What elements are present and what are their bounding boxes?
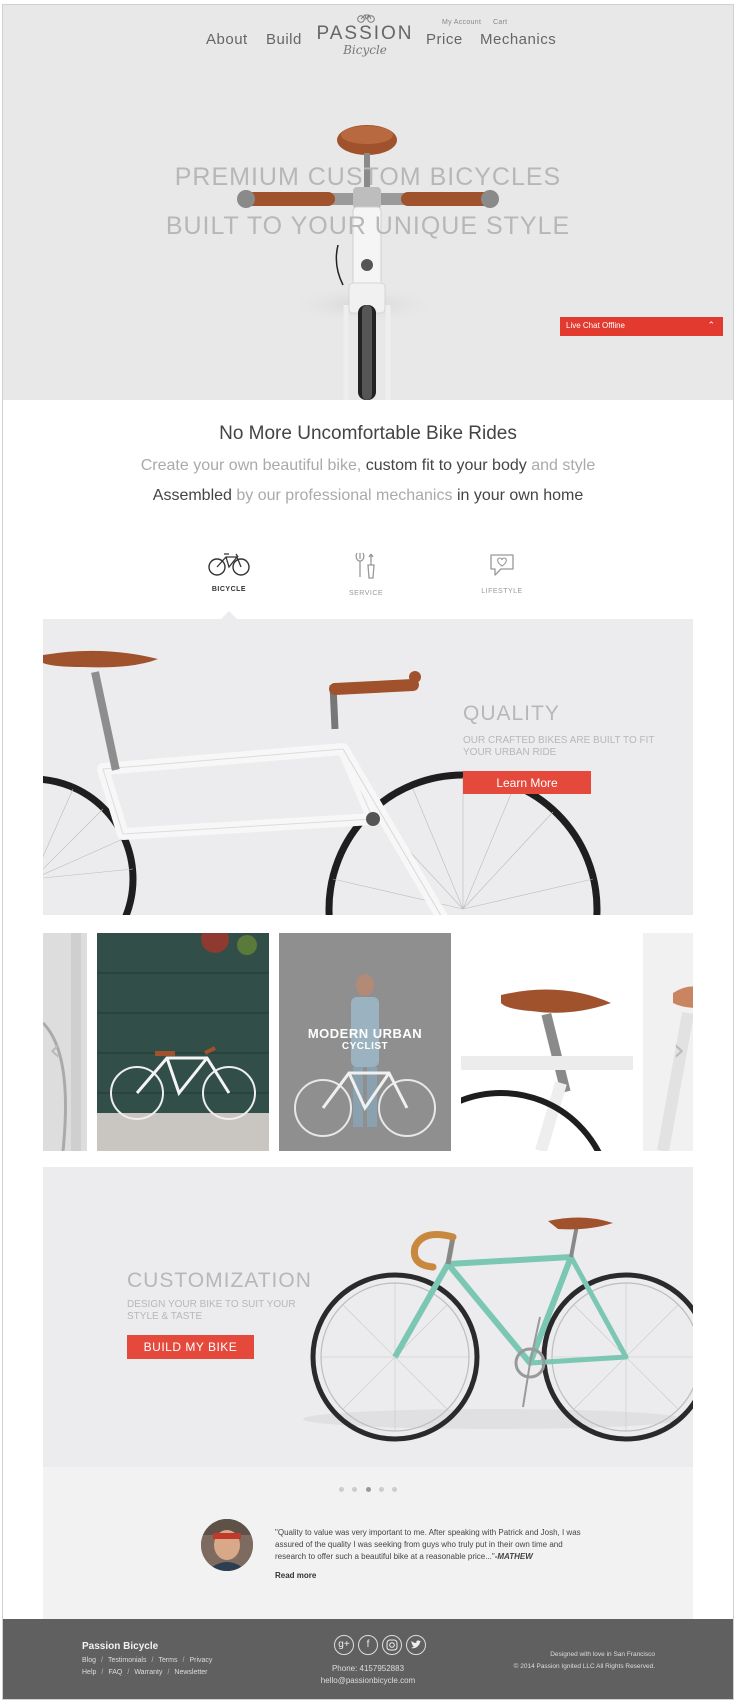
footer-link-warranty[interactable]: Warranty — [134, 1669, 162, 1676]
carousel-photo-garage-bike[interactable] — [97, 933, 269, 1151]
read-more-link[interactable]: Read more — [275, 1571, 316, 1580]
customization-subtitle: DESIGN YOUR BIKE TO SUIT YOUR STYLE & TA… — [127, 1299, 296, 1322]
tools-icon — [355, 552, 375, 579]
tab-bicycle[interactable]: BICYCLE — [189, 551, 269, 593]
logo-script: Bicycle — [343, 43, 387, 57]
footer-phone: Phone: 4157952883 — [331, 1664, 405, 1673]
footer-links-row-2: Help / FAQ / Warranty / Newsletter — [82, 1669, 208, 1676]
live-chat-label: Live Chat Offline — [566, 321, 625, 330]
intro-line-3-part-c: in your own home — [456, 487, 584, 504]
footer-links-row-1: Blog / Testimonials / Terms / Privacy — [82, 1657, 213, 1664]
pagination-dot[interactable] — [392, 1487, 398, 1492]
footer-credit: Designed with love in San Francisco — [550, 1651, 655, 1658]
nav-link-price[interactable]: Price — [426, 31, 463, 48]
live-chat-widget[interactable]: Live Chat Offline ⌃ — [560, 317, 723, 336]
google-plus-icon[interactable]: g+ — [334, 1635, 354, 1655]
main-nav: About Build PASSION Bicycle Price Mechan… — [3, 5, 733, 65]
pagination-dot[interactable] — [352, 1487, 358, 1492]
carousel-caption-line2: CYCLIST — [341, 1041, 389, 1052]
intro-line-2-part-c: and style — [531, 457, 596, 474]
nav-link-build[interactable]: Build — [266, 31, 302, 48]
footer-link-privacy[interactable]: Privacy — [189, 1657, 212, 1664]
instagram-icon[interactable] — [382, 1635, 402, 1655]
quality-title: QUALITY — [463, 702, 560, 725]
tab-service-label: SERVICE — [348, 590, 384, 597]
intro-line-2-part-b: custom fit to your body — [365, 457, 527, 474]
site-footer: Passion Bicycle Blog / Testimonials / Terms /… — [3, 1619, 733, 1699]
pagination-dot[interactable] — [338, 1487, 344, 1492]
carousel-photo-saddle-closeup[interactable] — [461, 933, 633, 1151]
footer-copyright: © 2014 Passion Ignited LLC All Rights Re… — [513, 1663, 655, 1670]
testimonial-quote: "Quality to value was very important to … — [275, 1527, 595, 1563]
cart-link[interactable]: Cart — [493, 19, 507, 26]
logo-wordmark: PASSION — [316, 23, 414, 44]
footer-link-terms[interactable]: Terms — [158, 1657, 177, 1664]
footer-link-newsletter[interactable]: Newsletter — [174, 1669, 207, 1676]
carousel-prev-arrow-icon[interactable]: ‹ — [49, 1033, 61, 1068]
intro-line-3-part-b: by our professional mechanics — [236, 487, 453, 504]
quality-panel: QUALITY OUR CRAFTED BIKES ARE BUILT TO F… — [43, 619, 693, 915]
quality-bicycle-image — [43, 650, 601, 915]
avatar — [201, 1519, 253, 1571]
my-account-link[interactable]: My Account — [442, 19, 481, 26]
pagination-dot-active[interactable] — [365, 1487, 371, 1492]
page-frame: About Build PASSION Bicycle Price Mechan… — [2, 4, 734, 1700]
footer-link-testimonials[interactable]: Testimonials — [108, 1657, 147, 1664]
footer-link-faq[interactable]: FAQ — [108, 1669, 122, 1676]
hero-headline-line1: PREMIUM CUSTOM BICYCLES — [174, 163, 562, 191]
intro-line-2: Create your own beautiful bike, custom f… — [3, 457, 733, 475]
intro-section: No More Uncomfortable Bike Rides Create … — [3, 423, 733, 517]
learn-more-button[interactable]: Learn More — [463, 771, 591, 794]
tab-service[interactable]: SERVICE — [326, 551, 406, 597]
bicycle-icon — [208, 553, 250, 576]
intro-line-3-part-a: Assembled — [152, 487, 232, 504]
build-my-bike-button[interactable]: BUILD MY BIKE — [127, 1335, 254, 1359]
feature-tabs: BICYCLE SERVICE LIFESTYLE — [3, 551, 733, 611]
carousel-caption-line1: MODERN URBAN — [307, 1026, 423, 1041]
nav-link-about[interactable]: About — [206, 31, 248, 48]
carousel-photo-partial-right — [643, 933, 693, 1151]
carousel-photo-modern-urban-cyclist[interactable]: MODERN URBAN CYCLIST — [279, 933, 451, 1151]
hero-headline-line2: BUILT TO YOUR UNIQUE STYLE — [165, 212, 571, 240]
nav-link-mechanics[interactable]: Mechanics — [480, 31, 556, 48]
photo-carousel: MODERN URBAN CYCLIST ‹ › — [43, 933, 693, 1151]
footer-email[interactable]: hello@passionbicycle.com — [303, 1676, 433, 1685]
logo-bicycle-icon — [357, 14, 375, 23]
speech-heart-icon — [490, 554, 514, 576]
tab-bicycle-label: BICYCLE — [211, 586, 247, 593]
tab-lifestyle-label: LIFESTYLE — [481, 588, 523, 595]
facebook-icon[interactable]: f — [358, 1635, 378, 1655]
intro-line-2-part-a: Create your own beautiful bike, — [140, 457, 362, 474]
twitter-icon[interactable] — [406, 1635, 426, 1655]
intro-line-3: Assembled by our professional mechanics … — [3, 487, 733, 505]
customization-title: CUSTOMIZATION — [127, 1269, 312, 1292]
testimonial-section: "Quality to value was very important to … — [43, 1467, 693, 1619]
pagination-dot[interactable] — [378, 1487, 384, 1492]
active-tab-pointer — [221, 611, 237, 619]
chevron-up-icon: ⌃ — [707, 320, 715, 330]
tab-lifestyle[interactable]: LIFESTYLE — [462, 551, 542, 595]
carousel-caption: MODERN URBAN CYCLIST — [279, 1026, 451, 1052]
testimonial-pagination — [43, 1479, 693, 1497]
footer-brand: Passion Bicycle — [82, 1641, 159, 1652]
customization-panel: CUSTOMIZATION DESIGN YOUR BIKE TO SUIT Y… — [43, 1167, 693, 1467]
hero-section: About Build PASSION Bicycle Price Mechan… — [3, 5, 733, 400]
footer-link-blog[interactable]: Blog — [82, 1657, 96, 1664]
testimonial-author: -MATHEW — [494, 1552, 533, 1561]
intro-heading: No More Uncomfortable Bike Rides — [219, 423, 517, 444]
footer-link-help[interactable]: Help — [82, 1669, 96, 1676]
carousel-next-arrow-icon[interactable]: › — [673, 1033, 685, 1068]
site-logo[interactable]: PASSION Bicycle — [315, 13, 415, 57]
quality-subtitle: OUR CRAFTED BIKES ARE BUILT TO FIT YOUR … — [463, 735, 655, 758]
testimonial-quote-text: "Quality to value was very important to … — [275, 1528, 581, 1561]
